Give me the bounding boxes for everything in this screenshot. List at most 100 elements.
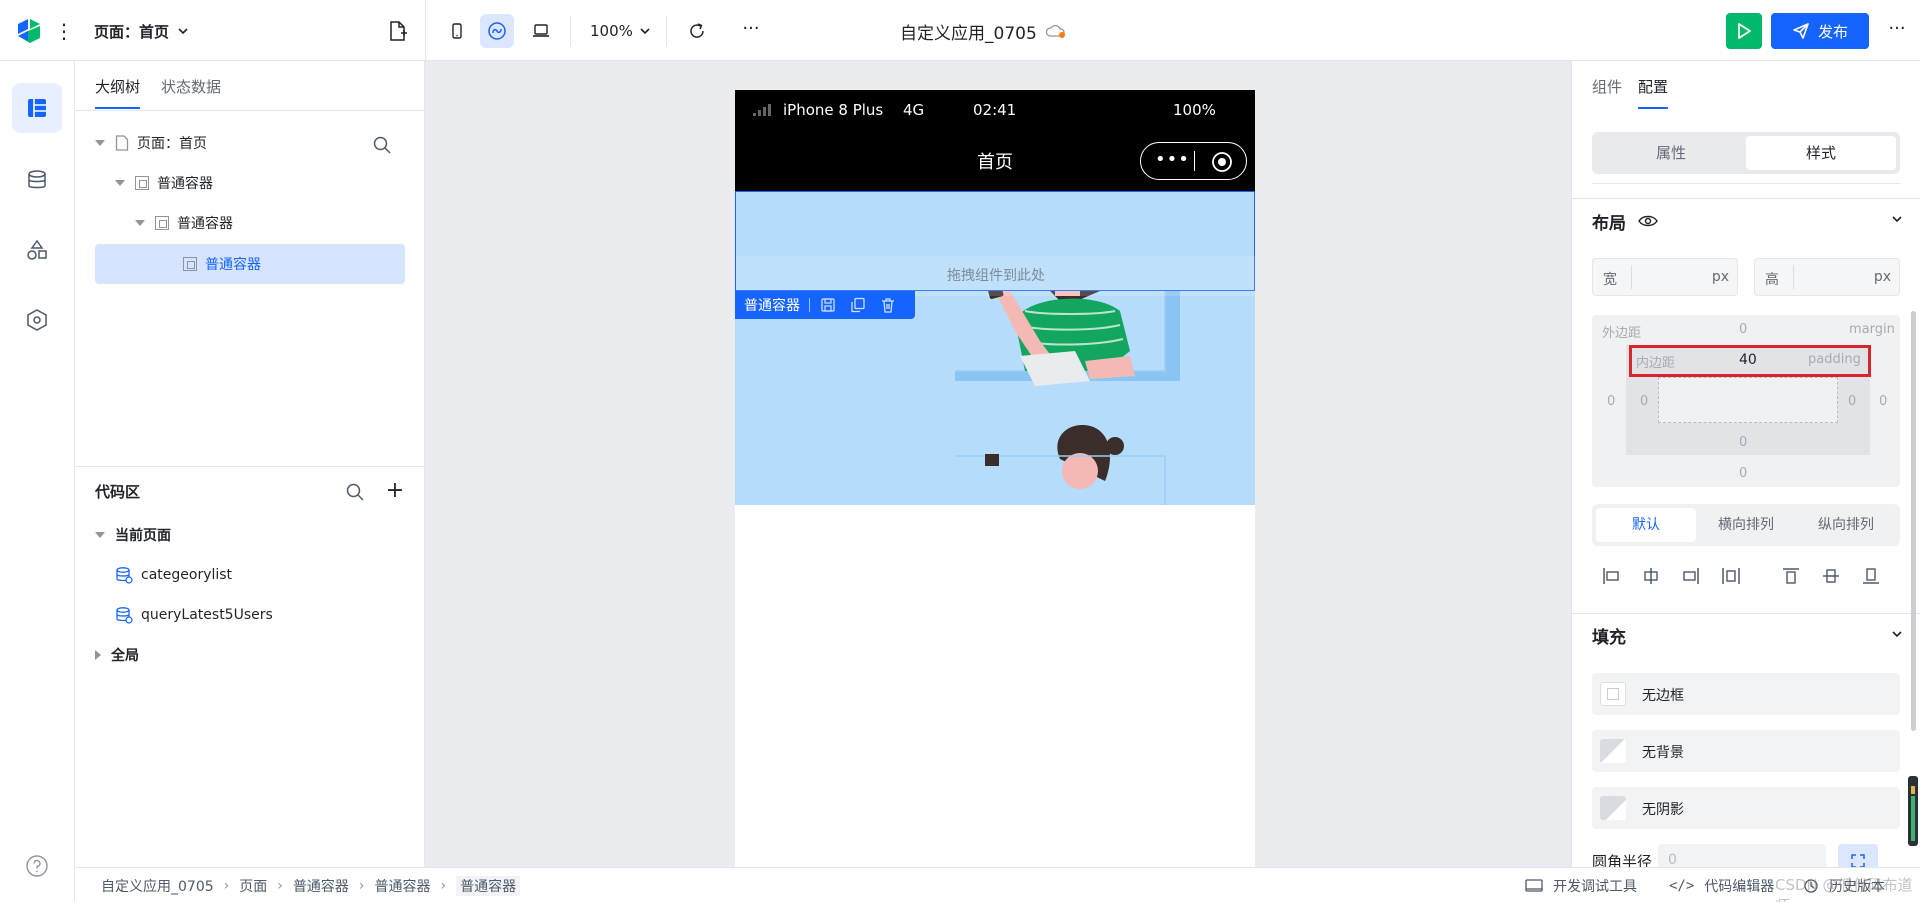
tab-outline-tree[interactable]: 大纲树 — [95, 76, 141, 109]
mini-program-view-button[interactable] — [480, 14, 514, 48]
mobile-view-button[interactable] — [440, 14, 474, 48]
breadcrumb-item[interactable]: 页面 — [239, 876, 267, 896]
datasource-icon — [116, 567, 133, 584]
run-button[interactable] — [1726, 13, 1762, 49]
expand-arrow-icon[interactable] — [95, 532, 105, 538]
breadcrumb-item[interactable]: 普通容器 — [293, 876, 349, 896]
code-editor-button[interactable]: </> 代码编辑器 — [1669, 876, 1774, 896]
distribute-horizontal-icon[interactable] — [1720, 565, 1742, 587]
mini-program-capsule[interactable]: ••• — [1140, 142, 1247, 180]
code-group-current-page[interactable]: 当前页面 — [95, 517, 171, 553]
rail-components-button[interactable] — [12, 225, 62, 275]
border-setting[interactable]: 无边框 — [1592, 673, 1900, 715]
drop-hint: 拖拽组件到此处 — [736, 256, 1255, 296]
code-item[interactable]: queryLatest5Users — [115, 597, 273, 633]
tree-node-container[interactable]: 普通容器 — [115, 163, 213, 203]
tab-config[interactable]: 配置 — [1638, 76, 1669, 109]
height-input[interactable]: 高 px — [1754, 258, 1900, 296]
align-bottom-icon[interactable] — [1860, 565, 1882, 587]
tree-node-label: 页面：首页 — [137, 136, 207, 152]
rail-outline-button[interactable] — [12, 83, 62, 133]
close-capsule-icon[interactable] — [1211, 151, 1233, 173]
divider — [570, 16, 571, 46]
tab-components[interactable]: 组件 — [1592, 76, 1622, 97]
app-menu-icon[interactable]: ⋮ — [54, 16, 74, 46]
code-group-label: 全局 — [111, 648, 139, 664]
selected-container-outline[interactable]: 拖拽组件到此处 — [735, 191, 1255, 296]
divider — [425, 0, 426, 61]
padding-left-value[interactable]: 0 — [1640, 394, 1648, 409]
breadcrumb-item[interactable]: 普通容器 — [374, 876, 430, 896]
chevron-down-icon[interactable] — [1890, 627, 1904, 641]
fill-section-title: 填充 — [1592, 628, 1626, 648]
divider — [1572, 198, 1920, 199]
breadcrumb-item[interactable]: 自定义应用_0705 — [101, 876, 214, 896]
arrange-vertical[interactable]: 纵向排列 — [1796, 508, 1896, 542]
segment-properties[interactable]: 属性 — [1596, 136, 1746, 170]
divider — [1194, 151, 1195, 171]
publish-button[interactable]: 发布 — [1771, 13, 1869, 49]
phone-preview[interactable]: iPhone 8 Plus 4G 02:41 100% 首页 ••• 拖拽组件到… — [735, 90, 1255, 867]
rail-settings-button[interactable] — [12, 295, 62, 345]
padding-bottom-value[interactable]: 0 — [1739, 435, 1747, 450]
config-panel: 组件 配置 属性 样式 布局 宽 px 高 px 外边距 0 margin 0 … — [1571, 61, 1920, 867]
devtools-button[interactable]: 开发调试工具 — [1525, 876, 1637, 896]
prop-style-switch: 属性 样式 — [1592, 132, 1900, 174]
width-input[interactable]: 宽 px — [1592, 258, 1738, 296]
align-left-icon[interactable] — [1600, 565, 1622, 587]
refresh-icon — [690, 23, 704, 38]
pc-view-button[interactable] — [524, 14, 558, 48]
refresh-button[interactable] — [682, 16, 712, 46]
add-icon[interactable]: + — [383, 480, 407, 504]
tree-node-container[interactable]: 普通容器 — [135, 203, 233, 243]
align-middle-icon[interactable] — [1820, 565, 1842, 587]
add-page-icon[interactable] — [384, 18, 410, 44]
help-button[interactable] — [12, 841, 62, 891]
expand-arrow-icon[interactable] — [135, 220, 145, 226]
padding-right-value[interactable]: 0 — [1848, 394, 1856, 409]
help-icon — [26, 855, 48, 877]
background-setting[interactable]: 无背景 — [1592, 730, 1900, 772]
more-dots-icon[interactable]: ••• — [1155, 149, 1190, 170]
page-selector[interactable]: 页面：首页 — [94, 19, 189, 43]
tree-node-selected[interactable]: 普通容器 — [95, 244, 405, 284]
zoom-select[interactable]: 100% — [590, 19, 651, 43]
arrange-horizontal[interactable]: 横向排列 — [1696, 508, 1796, 542]
margin-right-value[interactable]: 0 — [1879, 394, 1887, 409]
expand-arrow-icon[interactable] — [95, 140, 105, 146]
carrier-label: iPhone 8 Plus — [783, 101, 884, 119]
tab-state-data[interactable]: 状态数据 — [161, 76, 221, 97]
tree-node-page[interactable]: 页面：首页 — [95, 123, 207, 163]
more-icon[interactable]: ··· — [736, 16, 766, 46]
rail-database-button[interactable] — [12, 155, 62, 205]
search-icon[interactable] — [370, 133, 394, 157]
scrollbar[interactable] — [1911, 311, 1916, 731]
app-logo-icon[interactable] — [14, 16, 44, 46]
align-center-icon[interactable] — [1640, 565, 1662, 587]
margin-bottom-value[interactable]: 0 — [1739, 466, 1747, 481]
margin-top-value[interactable]: 0 — [1739, 322, 1747, 337]
design-canvas[interactable]: iPhone 8 Plus 4G 02:41 100% 首页 ••• 拖拽组件到… — [425, 61, 1571, 867]
expand-arrow-icon[interactable] — [95, 650, 101, 660]
radius-input[interactable]: 0 — [1658, 844, 1826, 867]
save-icon[interactable] — [820, 297, 836, 313]
container-component[interactable]: 拖拽组件到此处 普通容器 — [735, 191, 1255, 505]
align-top-icon[interactable] — [1780, 565, 1802, 587]
search-icon[interactable] — [343, 480, 367, 504]
delete-icon[interactable] — [880, 297, 896, 313]
breadcrumb-item-current[interactable]: 普通容器 — [456, 876, 521, 896]
code-group-global[interactable]: 全局 — [95, 637, 139, 673]
segment-style[interactable]: 样式 — [1746, 136, 1896, 170]
expand-arrow-icon[interactable] — [115, 180, 125, 186]
shadow-setting[interactable]: 无阴影 — [1592, 787, 1900, 829]
eye-icon[interactable] — [1638, 214, 1658, 228]
radius-mode-button[interactable] — [1838, 844, 1878, 867]
chevron-down-icon[interactable] — [1890, 212, 1904, 226]
margin-left-value[interactable]: 0 — [1607, 394, 1615, 409]
config-tabs: 组件 配置 — [1572, 61, 1920, 111]
arrange-default[interactable]: 默认 — [1596, 508, 1696, 542]
more-icon[interactable]: ··· — [1882, 16, 1912, 46]
align-right-icon[interactable] — [1680, 565, 1702, 587]
copy-icon[interactable] — [850, 297, 866, 313]
code-item[interactable]: categeorylist — [115, 557, 232, 593]
